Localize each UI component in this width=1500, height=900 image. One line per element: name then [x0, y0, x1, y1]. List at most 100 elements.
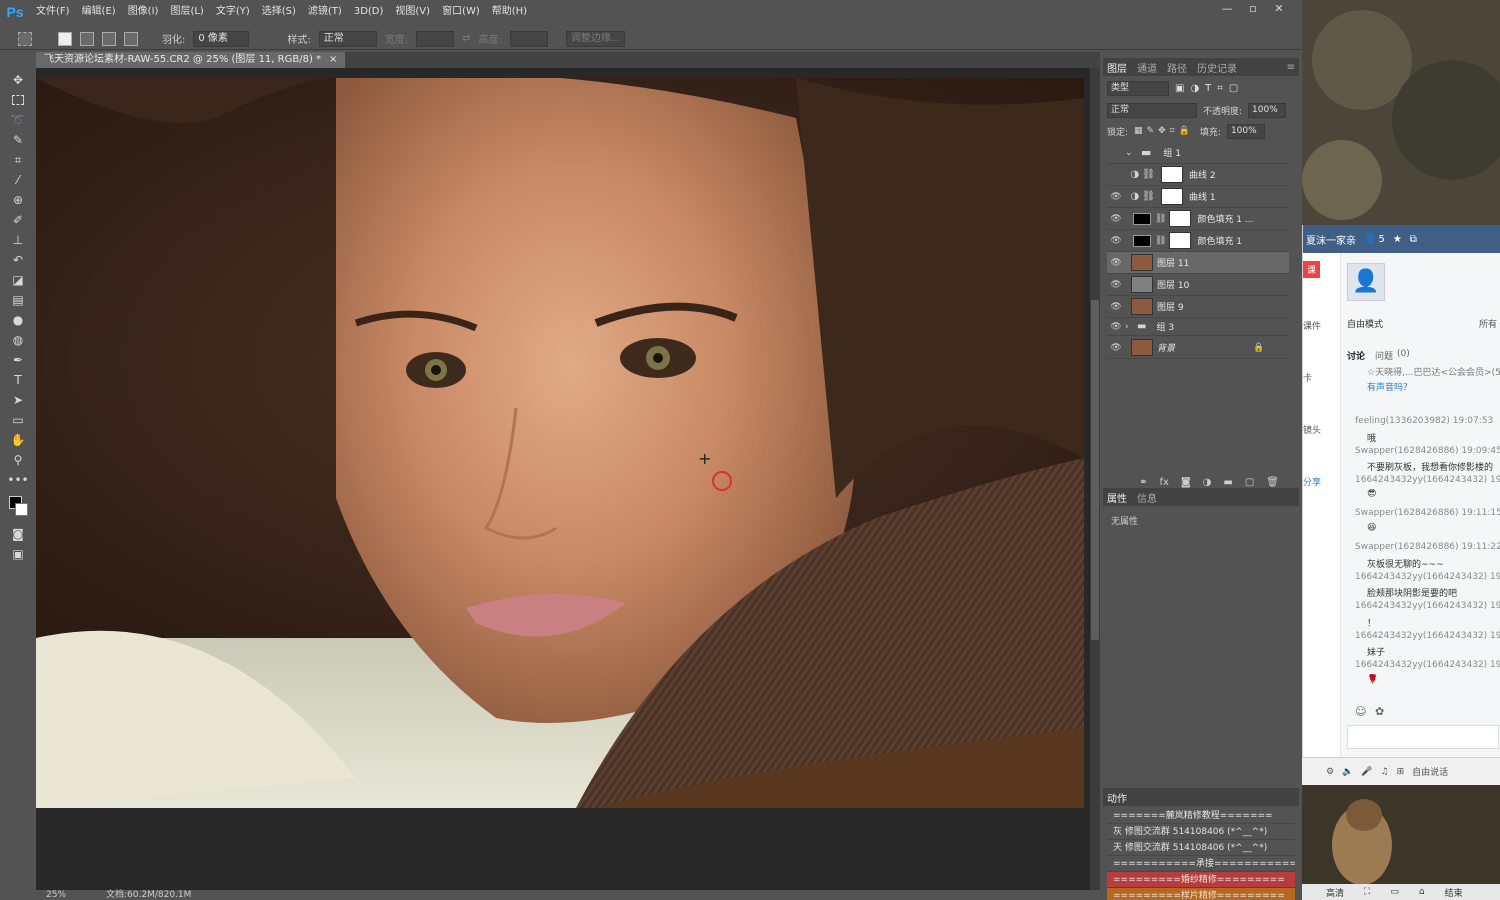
eyedropper-tool-icon[interactable]: ⁄ [6, 170, 30, 190]
microphone-icon[interactable]: 🎤 [1361, 767, 1372, 777]
tab-properties[interactable]: 属性 [1107, 490, 1127, 505]
minimize-button[interactable]: — [1214, 0, 1240, 18]
marquee-preset-icon[interactable] [18, 31, 32, 46]
side-item-share[interactable]: 分享 [1303, 475, 1321, 488]
color-swatches[interactable] [6, 490, 30, 524]
gradient-tool-icon[interactable]: ▤ [6, 290, 30, 310]
quality-button[interactable]: 高清 [1326, 886, 1344, 899]
layer-row-layer10[interactable]: 👁 图层 10 [1107, 274, 1289, 296]
intersect-selection-icon[interactable] [124, 31, 138, 46]
expand-chevron-icon[interactable]: › [1125, 322, 1137, 332]
subtract-selection-icon[interactable] [102, 31, 116, 46]
add-selection-icon[interactable] [80, 31, 94, 46]
layer-mask-thumb[interactable] [1169, 210, 1192, 227]
layer-row-group1[interactable]: ⌄ ▬ 组 1 [1107, 142, 1289, 164]
add-mask-icon[interactable]: ◙ [1181, 477, 1191, 488]
action-item[interactable]: ===========承接=========== [1107, 856, 1295, 872]
menu-filter[interactable]: 滤镜(T) [302, 0, 348, 24]
width-input[interactable] [416, 30, 455, 47]
share-icon[interactable]: ⧉ [1410, 234, 1417, 245]
tab-history[interactable]: 历史记录 [1197, 60, 1237, 75]
action-item[interactable]: =======麓岚精修教程======= [1107, 808, 1295, 824]
fill-input[interactable]: 100% [1226, 123, 1265, 139]
layer-thumb[interactable] [1131, 276, 1153, 293]
menu-window[interactable]: 窗口(W) [436, 0, 486, 24]
path-select-tool-icon[interactable]: ➤ [6, 390, 30, 410]
layer-kind-filter[interactable]: 类型 [1107, 80, 1169, 96]
fill-color-thumb[interactable] [1133, 234, 1151, 247]
flower-icon[interactable]: ✿ [1375, 705, 1384, 718]
lasso-tool-icon[interactable]: ➰ [6, 110, 30, 130]
eye-icon[interactable]: 👁 [1107, 192, 1125, 202]
document-tab-close-icon[interactable]: × [329, 52, 337, 68]
window-icon[interactable]: ▭ [1390, 887, 1399, 897]
eye-icon[interactable]: 👁 [1107, 322, 1125, 332]
more-tools-icon[interactable]: ••• [6, 470, 30, 490]
zoom-tool-icon[interactable]: ⚲ [6, 450, 30, 470]
chat-input[interactable] [1347, 725, 1499, 749]
tab-paths[interactable]: 路径 [1167, 60, 1187, 75]
tab-question[interactable]: 问题 [1375, 349, 1393, 362]
layer-row-colorfill1-copy[interactable]: 👁 ⛓ 颜色填充 1 ... [1107, 208, 1289, 230]
layer-mask-thumb[interactable] [1161, 188, 1183, 205]
zoom-level[interactable]: 25% [46, 890, 66, 900]
new-selection-icon[interactable] [58, 31, 72, 46]
home-icon[interactable]: ⌂ [1419, 887, 1425, 897]
layer-row-layer11[interactable]: 👁 图层 11 [1107, 252, 1289, 274]
eye-icon[interactable]: 👁 [1107, 214, 1125, 224]
marquee-tool-icon[interactable] [6, 90, 30, 110]
healing-brush-tool-icon[interactable]: ⊕ [6, 190, 30, 210]
layer-mask-thumb[interactable] [1161, 166, 1183, 183]
end-button[interactable]: 结束 [1445, 886, 1463, 899]
eye-icon[interactable]: 👁 [1107, 258, 1125, 268]
action-item[interactable]: =========样片精修========= [1107, 888, 1295, 900]
rectangle-tool-icon[interactable]: ▭ [6, 410, 30, 430]
crop-tool-icon[interactable]: ⌗ [6, 150, 30, 170]
action-item[interactable]: 天 修图交流群 514108406 (*^__^*) [1107, 840, 1295, 856]
eye-icon[interactable]: 👁 [1107, 280, 1125, 290]
tab-discuss[interactable]: 讨论 [1347, 349, 1365, 362]
delete-layer-icon[interactable]: 🗑 [1266, 477, 1279, 488]
star-icon[interactable]: ★ [1393, 234, 1402, 245]
filter-type-icons[interactable]: ▣◑T⌗▢ [1175, 83, 1244, 94]
menu-3d[interactable]: 3D(D) [348, 0, 390, 24]
height-input[interactable] [509, 30, 548, 47]
layer-thumb[interactable] [1131, 254, 1153, 271]
speaker-icon[interactable]: 🔈 [1342, 767, 1353, 777]
side-item-camera[interactable]: 镜头 [1303, 423, 1321, 436]
free-talk-button[interactable]: 自由说话 [1412, 765, 1448, 778]
swap-icon[interactable]: ⇄ [462, 33, 470, 44]
document-tab[interactable]: 飞天资源论坛素材-RAW-55.CR2 @ 25% (图层 11, RGB/8)… [36, 52, 346, 68]
tab-actions[interactable]: 动作 [1107, 790, 1127, 805]
menu-select[interactable]: 选择(S) [256, 0, 302, 24]
layer-mask-thumb[interactable] [1169, 232, 1192, 249]
eye-icon[interactable]: 👁 [1107, 302, 1125, 312]
layer-row-background[interactable]: 👁 背景 🔒 [1107, 337, 1289, 359]
new-layer-icon[interactable]: ▢ [1245, 477, 1254, 488]
quick-select-tool-icon[interactable]: ✎ [6, 130, 30, 150]
hand-tool-icon[interactable]: ✋ [6, 430, 30, 450]
emoji-picker-icon[interactable]: ☺ [1355, 705, 1366, 718]
music-icon[interactable]: ♫ [1381, 767, 1389, 777]
tab-channels[interactable]: 通道 [1137, 60, 1157, 75]
menu-layer[interactable]: 图层(L) [164, 0, 209, 24]
link-layers-icon[interactable]: ⚭ [1139, 477, 1147, 488]
eraser-tool-icon[interactable]: ◪ [6, 270, 30, 290]
all-label[interactable]: 所有 [1479, 317, 1497, 330]
type-tool-icon[interactable]: T [6, 370, 30, 390]
close-window-button[interactable]: ✕ [1266, 0, 1292, 18]
avatar[interactable]: 👤 [1347, 263, 1385, 301]
layer-thumb[interactable] [1131, 339, 1153, 356]
blur-tool-icon[interactable]: ● [6, 310, 30, 330]
layer-row-layer9[interactable]: 👁 图层 9 [1107, 296, 1289, 318]
dodge-tool-icon[interactable]: ◍ [6, 330, 30, 350]
menu-edit[interactable]: 编辑(E) [76, 0, 122, 24]
history-brush-tool-icon[interactable]: ↶ [6, 250, 30, 270]
layer-row-curves2[interactable]: ◑ ⛓ 曲线 2 [1107, 164, 1289, 186]
expand-chevron-icon[interactable]: ⌄ [1125, 148, 1141, 158]
fill-color-thumb[interactable] [1133, 212, 1151, 225]
panel-menu-icon[interactable]: ≡ [1287, 62, 1299, 73]
adjustment-layer-icon[interactable]: ◑ [1203, 477, 1212, 488]
feather-input[interactable]: 0 像素 [193, 30, 250, 47]
side-item-course[interactable]: 课 [1303, 261, 1321, 278]
